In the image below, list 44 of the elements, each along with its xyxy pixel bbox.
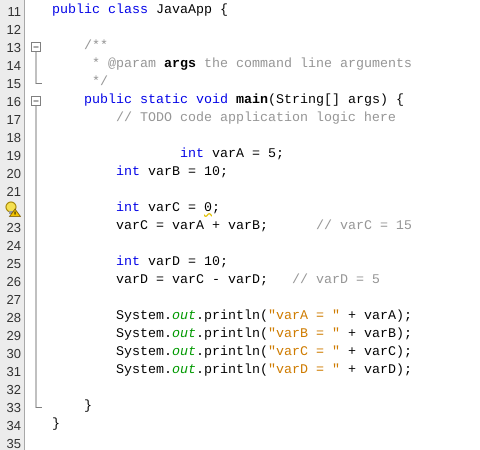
line-number: 17	[6, 112, 21, 126]
code-line: */	[90, 74, 108, 92]
code-line: * @param args the command line arguments	[90, 56, 412, 74]
line-number: 34	[6, 418, 21, 432]
line-number: 20	[6, 166, 21, 180]
code-line: varD = varC - varD; // varD = 5	[114, 272, 380, 290]
code-line: int varB = 10;	[114, 164, 228, 182]
line-number: 27	[6, 292, 21, 306]
lightbulb-warning-icon[interactable]	[5, 201, 21, 217]
line-number: 33	[6, 400, 21, 414]
line-number: 15	[6, 76, 21, 90]
code-line: System.out.println("varA = " + varA);	[114, 308, 412, 326]
line-number: 19	[6, 148, 21, 162]
code-line: System.out.println("varB = " + varB);	[114, 326, 412, 344]
code-line: int varA = 5;	[178, 146, 284, 164]
code-line: /**	[82, 38, 108, 56]
line-number: 14	[6, 58, 21, 72]
line-number: 29	[6, 328, 21, 342]
code-line: }	[52, 416, 60, 434]
line-number: 11	[8, 4, 21, 18]
line-number: 28	[6, 310, 21, 324]
code-line: int varC = 0;	[114, 200, 220, 218]
code-line: System.out.println("varC = " + varC);	[114, 344, 412, 362]
line-number: 18	[6, 130, 21, 144]
line-number: 30	[6, 346, 21, 360]
line-number: 21	[6, 184, 21, 198]
line-number: 32	[6, 382, 21, 396]
line-number: 13	[6, 40, 21, 54]
code-line: public class JavaApp {	[52, 2, 228, 20]
line-number: 12	[6, 22, 21, 36]
code-line: int varD = 10;	[114, 254, 228, 272]
line-number: 26	[6, 274, 21, 288]
line-number: 25	[6, 256, 21, 270]
line-number: 16	[6, 94, 21, 108]
line-number: 35	[6, 436, 21, 450]
code-line: System.out.println("varD = " + varD);	[114, 362, 412, 380]
code-line: varC = varA + varB; // varC = 15	[114, 218, 412, 236]
line-number: 24	[6, 238, 21, 252]
line-number: 31	[6, 364, 21, 378]
line-number: 23	[6, 220, 21, 234]
fold-guide-line	[35, 56, 37, 74]
code-line: }	[82, 398, 92, 416]
code-line: // TODO code application logic here	[114, 110, 396, 128]
code-line: public static void main(String[] args) {	[82, 92, 404, 110]
